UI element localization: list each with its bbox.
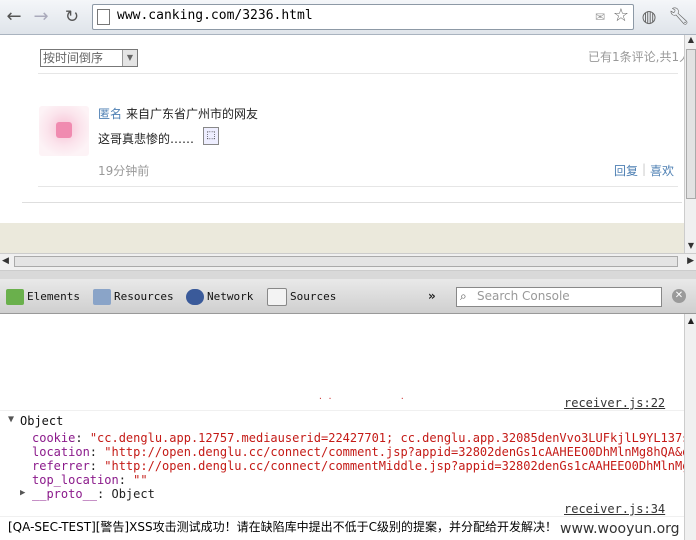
proto-value: : Object [97,487,155,501]
scrollbar-thumb[interactable] [686,49,696,199]
resources-icon [93,289,111,305]
devtools-toolbar: Elements Resources Network Sources » ⌕ S… [0,279,696,314]
reply-link[interactable]: 回复 [614,162,638,179]
divider [0,410,684,411]
close-icon[interactable]: ✕ [672,289,686,303]
object-property: top_location: "" [32,473,148,487]
source-link[interactable]: receiver.js:22 [564,396,665,410]
scroll-down-icon[interactable]: ▼ [685,241,696,253]
object-property: cookie: "cc.denglu.app.12757.mediauserid… [32,431,684,445]
scrollbar-thumb[interactable] [14,256,678,267]
elements-icon [6,289,24,305]
network-icon [186,289,204,305]
chevron-down-icon[interactable]: ▼ [122,50,137,66]
bookmark-star-icon[interactable]: ☆ [613,5,629,26]
property-key: top_location [32,473,119,487]
proto-key: __proto__ [32,487,98,501]
console-warning-message: [QA-SEC-TEST][警告]XSS攻击测试成功！请在缺陷库中提出不低于C级… [8,520,557,534]
wrench-icon[interactable]: 🔧︎ [668,6,690,28]
source-link[interactable]: receiver.js:34 [564,502,665,516]
reload-icon[interactable]: ↻ [61,6,83,28]
tab-label: Sources [290,290,337,303]
collapse-triangle-icon[interactable]: ▶ [20,488,25,498]
object-property: location: "http://open.denglu.cc/connect… [32,445,684,459]
comment-count: 已有1条评论,共1人 [588,50,684,64]
divider [22,202,682,203]
sort-order-select[interactable]: 按时间倒序 ▼ [40,49,138,67]
property-key: cookie [32,431,76,445]
tab-sources[interactable]: Sources [267,287,336,307]
forward-arrow-icon[interactable]: → [30,6,52,28]
comment-timestamp: 19分钟前 [98,164,150,178]
search-placeholder: Search Console [477,289,570,303]
property-value: "http://open.denglu.cc/connect/commentMi… [104,459,684,473]
page-horizontal-scrollbar[interactable]: ◀ ▶ [0,253,696,271]
console-scrollbar[interactable]: ▲ [684,314,696,540]
tab-resources[interactable]: Resources [93,287,174,307]
scroll-up-icon[interactable]: ▲ [685,35,696,47]
scroll-up-icon[interactable]: ▲ [685,316,696,325]
object-label[interactable]: Object [20,414,63,428]
page-viewport: 按时间倒序 ▼ 已有1条评论,共1人 匿名 来自广东省广州市的网友 这哥真悲惨的… [0,35,684,223]
console-panel: · · · receiver.js:22 ▼ Object cookie: "c… [0,314,684,540]
search-icon: ⌕ [460,289,467,303]
comment-location: 来自广东省广州市的网友 [126,107,259,121]
object-property: referrer: "http://open.denglu.cc/connect… [32,459,684,473]
url-text[interactable]: www.canking.com/3236.html [117,8,313,23]
globe-icon[interactable]: ◍ [638,6,660,28]
rss-icon[interactable]: ✉ [595,10,605,24]
devtools-splitter[interactable] [0,271,696,279]
more-tabs-button[interactable]: » [428,289,436,303]
tab-label: Resources [114,290,174,303]
scroll-right-icon[interactable]: ▶ [687,256,694,266]
broken-image-icon: ⬚ [203,127,219,145]
browser-toolbar: ← → ↻ www.canking.com/3236.html ✉ ☆ ◍ 🔧︎ [0,0,696,35]
divider [0,516,684,517]
comment-author[interactable]: 匿名 [98,105,122,122]
watermark: www.wooyun.org [560,521,680,537]
tab-elements[interactable]: Elements [6,287,80,307]
page-icon [97,9,110,25]
expand-triangle-icon[interactable]: ▼ [8,414,14,425]
divider [38,73,678,74]
link-separator: | [642,162,647,176]
property-value: "cc.denglu.app.12757.mediauserid=2242770… [89,431,684,445]
comment-text: 这哥真悲惨的…… [98,132,195,146]
back-arrow-icon[interactable]: ← [3,6,25,28]
sources-icon [267,288,287,306]
search-console-input[interactable]: ⌕ Search Console [456,287,662,307]
page-background [0,223,684,253]
page-vertical-scrollbar[interactable]: ▲ ▼ [684,35,696,253]
property-key: referrer [32,459,90,473]
tab-network[interactable]: Network [186,287,253,307]
divider [38,186,678,187]
property-value: "" [133,473,148,487]
tab-label: Network [207,290,254,303]
console-artifact: · · · [318,394,405,403]
avatar [39,106,89,156]
address-bar[interactable]: www.canking.com/3236.html ✉ ☆ [92,4,634,30]
scroll-left-icon[interactable]: ◀ [2,256,9,266]
property-key: location [32,445,90,459]
property-value: "http://open.denglu.cc/connect/comment.j… [104,445,684,459]
sort-order-value: 按时间倒序 [43,51,104,65]
tab-label: Elements [27,290,80,303]
proto-property[interactable]: __proto__: Object [32,487,155,501]
like-link[interactable]: 喜欢 [650,162,674,179]
